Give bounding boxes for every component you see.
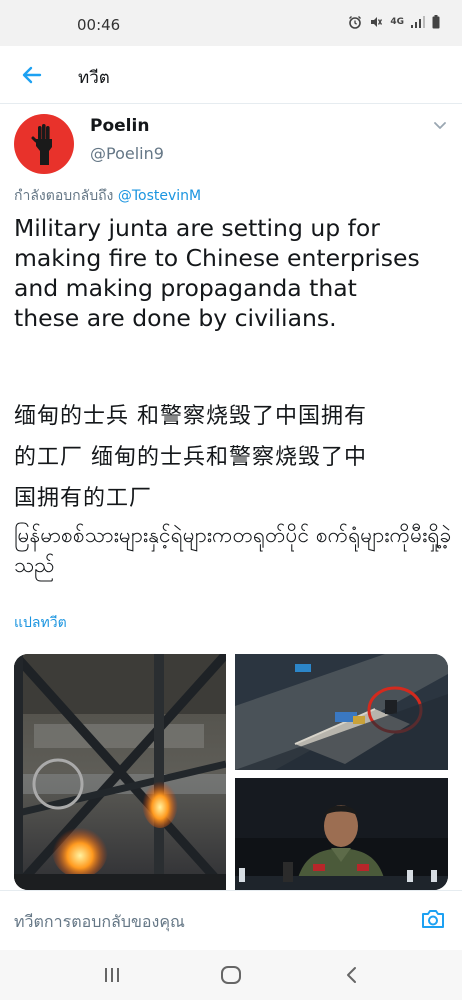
replying-to: กำลังตอบกลับถึง @TostevinM <box>14 185 201 207</box>
home-icon[interactable] <box>219 963 243 987</box>
author-name[interactable]: Poelin <box>90 116 149 136</box>
battery-icon <box>432 15 440 29</box>
mute-icon <box>371 17 383 27</box>
signal-icon <box>411 16 425 28</box>
raised-fist-icon <box>31 124 52 165</box>
tweet-text-english: Military junta are setting up for making… <box>14 214 420 332</box>
avatar[interactable] <box>14 114 74 174</box>
tweet-photo-1[interactable] <box>14 654 226 890</box>
tweet-text-chinese: 缅甸的士兵 和警察烧毁了中国拥有 的工厂 缅甸的士兵和警察烧毁了中 国拥有的工厂 <box>14 404 367 511</box>
tweet-text-burmese: မြန်မာစစ်သားများနှင့်ရဲများကတရုတ်ပိုင် စ… <box>14 523 452 577</box>
network-label: 4G <box>390 17 404 27</box>
author-handle[interactable]: @Poelin9 <box>90 144 164 163</box>
recent-apps-icon[interactable] <box>100 963 124 987</box>
top-bar: ทวีต <box>0 46 462 104</box>
reply-input[interactable]: ทวีตการตอบกลับของคุณ <box>14 910 185 935</box>
translate-tweet-link[interactable]: แปลทวีต <box>14 612 67 634</box>
system-nav-bar <box>0 950 462 1000</box>
alarm-icon <box>349 16 362 29</box>
status-bar: 00:46 4G <box>0 0 462 46</box>
media-grid <box>14 654 448 890</box>
back-nav-icon[interactable] <box>340 963 364 987</box>
reply-prefix: กำลังตอบกลับถึง <box>14 188 114 204</box>
tweet-photo-3[interactable] <box>235 778 448 890</box>
tweet-photo-2[interactable] <box>235 654 448 770</box>
status-time: 00:46 <box>77 16 121 34</box>
reply-composer: ทวีตการตอบกลับของคุณ <box>0 890 462 950</box>
reply-handle-link[interactable]: @TostevinM <box>118 188 201 204</box>
status-icons: 4G <box>348 15 440 29</box>
arrow-left-icon[interactable] <box>20 63 44 87</box>
page-title: ทวีต <box>78 68 110 88</box>
chevron-down-icon[interactable] <box>432 117 448 133</box>
camera-icon[interactable] <box>420 907 446 931</box>
